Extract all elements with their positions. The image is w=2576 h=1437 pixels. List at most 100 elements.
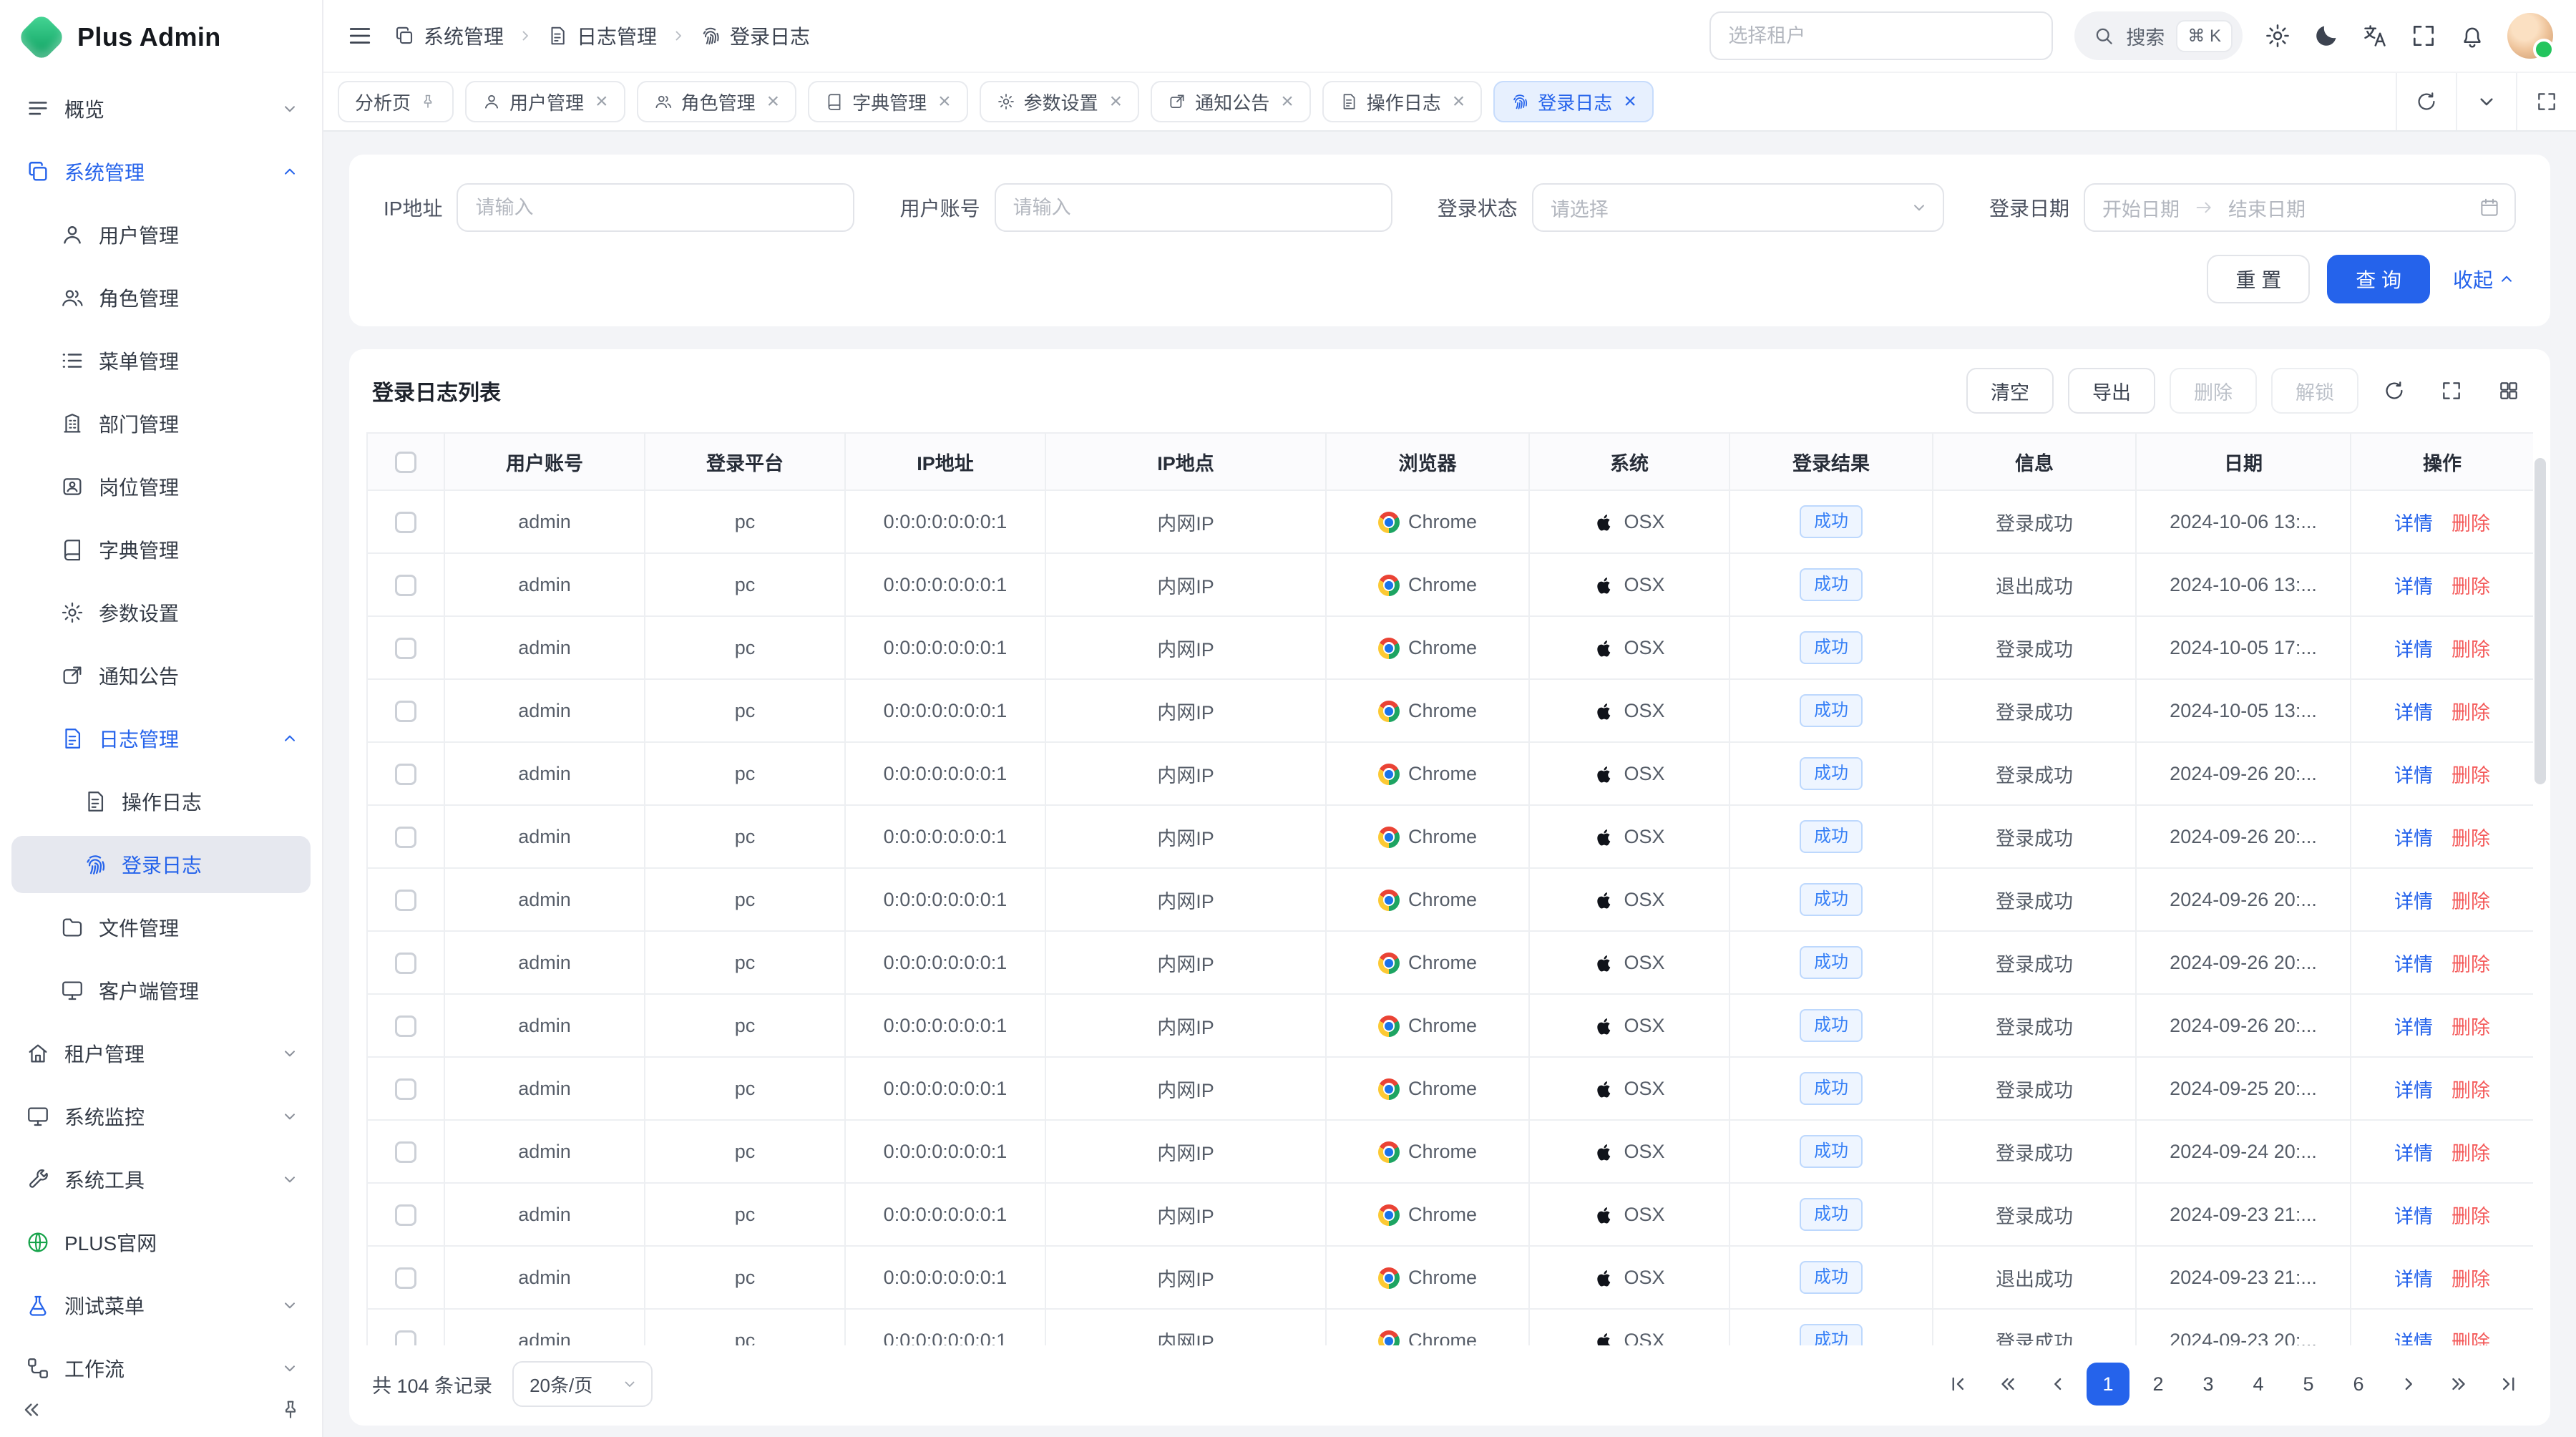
sidebar-item[interactable]: 概览 bbox=[11, 80, 311, 137]
row-checkbox[interactable] bbox=[395, 638, 416, 659]
tab-item[interactable]: 分析页 bbox=[338, 81, 454, 122]
tab-item[interactable]: 字典管理× bbox=[808, 81, 968, 122]
sidebar-item[interactable]: 系统工具 bbox=[11, 1151, 311, 1208]
collapse-filters-link[interactable]: 收起 bbox=[2453, 265, 2516, 293]
sidebar-item[interactable]: 租户管理 bbox=[11, 1025, 311, 1082]
sidebar-item[interactable]: 客户端管理 bbox=[11, 962, 311, 1019]
tab-item[interactable]: 参数设置× bbox=[980, 81, 1140, 122]
page-number-button[interactable]: 6 bbox=[2337, 1363, 2380, 1406]
translate-icon[interactable] bbox=[2361, 22, 2389, 49]
refresh-table-button[interactable] bbox=[2373, 369, 2416, 412]
detail-link[interactable]: 详情 bbox=[2394, 1143, 2433, 1164]
sidebar-item[interactable]: 系统监控 bbox=[11, 1088, 311, 1145]
table-scrollbar[interactable] bbox=[2534, 458, 2546, 784]
detail-link[interactable]: 详情 bbox=[2394, 1017, 2433, 1038]
delete-link[interactable]: 删除 bbox=[2451, 639, 2490, 661]
detail-link[interactable]: 详情 bbox=[2394, 1269, 2433, 1290]
delete-link[interactable]: 删除 bbox=[2451, 954, 2490, 975]
prev-page-button[interactable] bbox=[2036, 1363, 2079, 1406]
row-checkbox[interactable] bbox=[395, 1330, 416, 1345]
delete-button[interactable]: 删除 bbox=[2170, 368, 2257, 414]
detail-link[interactable]: 详情 bbox=[2394, 954, 2433, 975]
row-checkbox[interactable] bbox=[395, 1267, 416, 1289]
delete-link[interactable]: 删除 bbox=[2451, 1206, 2490, 1227]
detail-link[interactable]: 详情 bbox=[2394, 576, 2433, 598]
detail-link[interactable]: 详情 bbox=[2394, 702, 2433, 724]
reset-button[interactable]: 重 置 bbox=[2207, 255, 2310, 303]
tab-options-chevron[interactable] bbox=[2456, 73, 2516, 130]
content-fullscreen-button[interactable] bbox=[2516, 73, 2576, 130]
delete-link[interactable]: 删除 bbox=[2451, 1017, 2490, 1038]
page-number-button[interactable]: 5 bbox=[2287, 1363, 2330, 1406]
delete-link[interactable]: 删除 bbox=[2451, 828, 2490, 849]
sidebar-item[interactable]: 系统管理 bbox=[11, 143, 311, 200]
sidebar-item[interactable]: 通知公告 bbox=[11, 647, 311, 704]
sidebar-item[interactable]: 文件管理 bbox=[11, 899, 311, 956]
tab-item[interactable]: 角色管理× bbox=[637, 81, 797, 122]
delete-link[interactable]: 删除 bbox=[2451, 513, 2490, 535]
detail-link[interactable]: 详情 bbox=[2394, 765, 2433, 786]
column-settings-button[interactable] bbox=[2487, 369, 2530, 412]
fast-forward-button[interactable] bbox=[2437, 1363, 2480, 1406]
pin-sidebar-icon[interactable] bbox=[279, 1398, 302, 1421]
sidebar-item[interactable]: 岗位管理 bbox=[11, 458, 311, 515]
settings-gear-icon[interactable] bbox=[2264, 22, 2291, 49]
table-fullscreen-button[interactable] bbox=[2430, 369, 2473, 412]
delete-link[interactable]: 删除 bbox=[2451, 891, 2490, 912]
breadcrumb-item[interactable]: 系统管理 bbox=[394, 21, 504, 50]
sidebar-item[interactable]: 角色管理 bbox=[11, 269, 311, 326]
sidebar-item[interactable]: 字典管理 bbox=[11, 521, 311, 578]
delete-link[interactable]: 删除 bbox=[2451, 1332, 2490, 1346]
detail-link[interactable]: 详情 bbox=[2394, 1332, 2433, 1346]
breadcrumb-item[interactable]: 日志管理 bbox=[547, 21, 657, 50]
delete-link[interactable]: 删除 bbox=[2451, 1269, 2490, 1290]
ip-input[interactable] bbox=[457, 183, 854, 232]
row-checkbox[interactable] bbox=[395, 701, 416, 722]
sidebar-item[interactable]: 测试菜单 bbox=[11, 1277, 311, 1334]
query-button[interactable]: 查 询 bbox=[2327, 255, 2430, 303]
last-page-button[interactable] bbox=[2487, 1363, 2530, 1406]
date-range-picker[interactable]: 开始日期 结束日期 bbox=[2084, 183, 2516, 232]
user-avatar[interactable] bbox=[2507, 13, 2553, 59]
sidebar-item[interactable]: 部门管理 bbox=[11, 395, 311, 452]
sidebar-item[interactable]: 菜单管理 bbox=[11, 332, 311, 389]
tab-close-icon[interactable]: × bbox=[1624, 91, 1636, 112]
delete-link[interactable]: 删除 bbox=[2451, 702, 2490, 724]
dark-mode-moon-icon[interactable] bbox=[2313, 22, 2340, 49]
global-search[interactable]: 搜索 ⌘ K bbox=[2074, 11, 2243, 60]
page-number-button[interactable]: 1 bbox=[2087, 1363, 2129, 1406]
row-checkbox[interactable] bbox=[395, 1078, 416, 1100]
app-logo[interactable]: Plus Admin bbox=[0, 0, 322, 74]
row-checkbox[interactable] bbox=[395, 1015, 416, 1037]
tab-close-icon[interactable]: × bbox=[938, 91, 951, 112]
detail-link[interactable]: 详情 bbox=[2394, 1080, 2433, 1101]
row-checkbox[interactable] bbox=[395, 575, 416, 596]
clear-button[interactable]: 清空 bbox=[1966, 368, 2054, 414]
row-checkbox[interactable] bbox=[395, 764, 416, 785]
row-checkbox[interactable] bbox=[395, 890, 416, 911]
tab-close-icon[interactable]: × bbox=[767, 91, 780, 112]
delete-link[interactable]: 删除 bbox=[2451, 1080, 2490, 1101]
sidebar-item[interactable]: 登录日志 bbox=[11, 836, 311, 893]
page-number-button[interactable]: 3 bbox=[2187, 1363, 2230, 1406]
sidebar-item[interactable]: PLUS官网 bbox=[11, 1214, 311, 1271]
sidebar-item[interactable]: 参数设置 bbox=[11, 584, 311, 641]
delete-link[interactable]: 删除 bbox=[2451, 765, 2490, 786]
tab-close-icon[interactable]: × bbox=[595, 91, 608, 112]
select-all-checkbox[interactable] bbox=[395, 452, 416, 473]
detail-link[interactable]: 详情 bbox=[2394, 828, 2433, 849]
sidebar-item[interactable]: 用户管理 bbox=[11, 206, 311, 263]
delete-link[interactable]: 删除 bbox=[2451, 1143, 2490, 1164]
notification-bell-icon[interactable] bbox=[2459, 22, 2486, 49]
unlock-button[interactable]: 解锁 bbox=[2271, 368, 2358, 414]
detail-link[interactable]: 详情 bbox=[2394, 513, 2433, 535]
row-checkbox[interactable] bbox=[395, 953, 416, 974]
sidebar-item[interactable]: 日志管理 bbox=[11, 710, 311, 767]
page-number-button[interactable]: 2 bbox=[2137, 1363, 2180, 1406]
breadcrumb-item[interactable]: 登录日志 bbox=[700, 21, 810, 50]
login-status-select[interactable]: 请选择 bbox=[1532, 183, 1944, 232]
row-checkbox[interactable] bbox=[395, 1204, 416, 1226]
detail-link[interactable]: 详情 bbox=[2394, 639, 2433, 661]
tab-item[interactable]: 操作日志× bbox=[1322, 81, 1483, 122]
first-page-button[interactable] bbox=[1936, 1363, 1979, 1406]
